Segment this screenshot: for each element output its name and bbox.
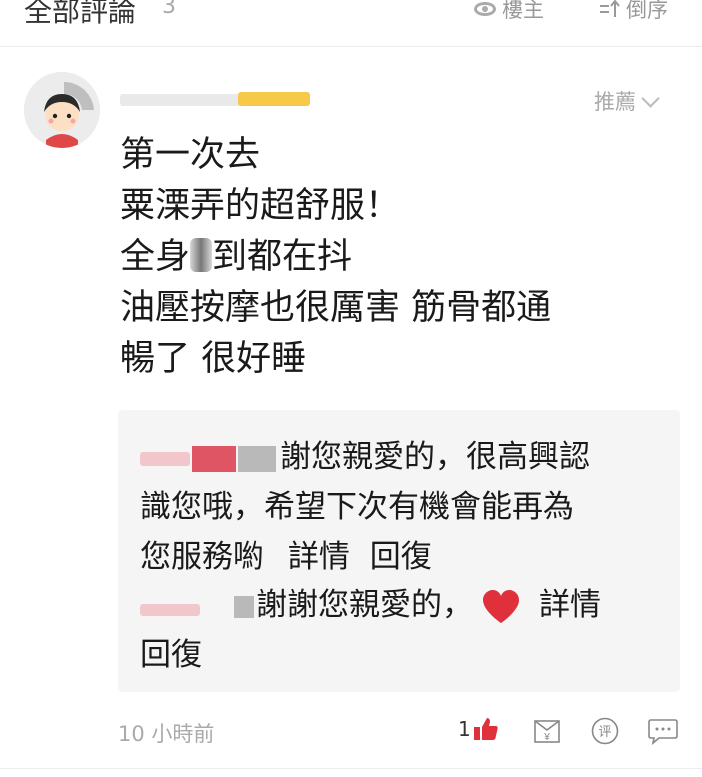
comment-body: 第一次去 粟溧弄的超舒服！ 全身 到都在抖 油壓按摩也很厲害 筋骨都通 暢了 很好… bbox=[120, 130, 680, 385]
level-badge bbox=[238, 92, 310, 106]
reply-text: 謝您親愛的，很高興認 bbox=[280, 439, 590, 475]
smudge-redaction bbox=[190, 238, 213, 272]
reply-reply-link[interactable]: 回復 bbox=[140, 637, 202, 673]
reply-details-link[interactable]: 詳情 bbox=[288, 539, 350, 575]
like-button[interactable]: 1 bbox=[458, 716, 499, 742]
reply-text: 謝謝您親愛的， bbox=[256, 587, 473, 623]
like-count: 1 bbox=[458, 717, 471, 741]
reply-author-redacted[interactable] bbox=[140, 445, 276, 472]
comments-header: 全部評論 3 樓主 倒序 bbox=[0, 0, 702, 47]
author-only-label: 樓主 bbox=[502, 0, 544, 22]
comment-line: 全身 到都在抖 bbox=[120, 237, 353, 277]
divider bbox=[0, 768, 702, 769]
evaluate-button[interactable]: 评 bbox=[588, 714, 622, 748]
chat-bubble-icon bbox=[648, 719, 678, 746]
avatar[interactable] bbox=[24, 72, 100, 148]
recommend-button[interactable]: 推薦 bbox=[594, 86, 660, 116]
thumbs-up-icon bbox=[473, 718, 498, 740]
heart-icon bbox=[483, 589, 519, 623]
sort-label: 倒序 bbox=[626, 0, 668, 22]
reverse-sort-button[interactable]: 倒序 bbox=[598, 0, 668, 24]
comment-line: 粟溧弄的超舒服！ bbox=[120, 186, 401, 226]
username-blur bbox=[120, 94, 240, 106]
avatar-image bbox=[24, 72, 100, 148]
svg-text:¥: ¥ bbox=[543, 732, 550, 743]
reply-text: 您服務喲 bbox=[140, 539, 264, 575]
comment-count: 3 bbox=[162, 0, 176, 19]
recommend-label: 推薦 bbox=[594, 90, 636, 114]
replies-box: 謝您親愛的，很高興認 識您哦，希望下次有機會能再為 您服務喲 詳情 回復 謝謝您… bbox=[118, 410, 680, 692]
comment-footer: 10 小時前 1 ¥ 评 bbox=[118, 712, 682, 752]
comment-timestamp: 10 小時前 bbox=[118, 722, 215, 746]
evaluate-icon: 评 bbox=[591, 717, 619, 745]
reply-reply-link[interactable]: 回復 bbox=[370, 539, 432, 575]
reply-author-redacted[interactable] bbox=[140, 594, 254, 620]
chat-button[interactable] bbox=[646, 714, 680, 748]
reply-item: 謝您親愛的，很高興認 識您哦，希望下次有機會能再為 您服務喲 詳情 回復 bbox=[140, 432, 660, 582]
reply-item: 謝謝您親愛的， 詳情 回復 bbox=[140, 580, 660, 680]
sort-icon bbox=[600, 0, 620, 17]
comment-line: 暢了 很好睡 bbox=[120, 339, 307, 379]
eye-icon bbox=[474, 2, 496, 16]
svg-text:评: 评 bbox=[598, 725, 611, 740]
reply-text: 識您哦，希望下次有機會能再為 bbox=[140, 489, 574, 525]
all-comments-title: 全部評論 bbox=[24, 0, 137, 28]
gift-yen-button[interactable]: ¥ bbox=[530, 714, 564, 748]
username-redacted[interactable] bbox=[120, 90, 310, 108]
reply-details-link[interactable]: 詳情 bbox=[539, 587, 601, 623]
author-only-toggle[interactable]: 樓主 bbox=[474, 0, 544, 24]
comment-line: 油壓按摩也很厲害 筋骨都通 bbox=[120, 288, 552, 328]
comment-line: 第一次去 bbox=[120, 135, 261, 175]
chevron-down-icon bbox=[641, 88, 660, 108]
gift-yen-icon: ¥ bbox=[534, 720, 560, 743]
